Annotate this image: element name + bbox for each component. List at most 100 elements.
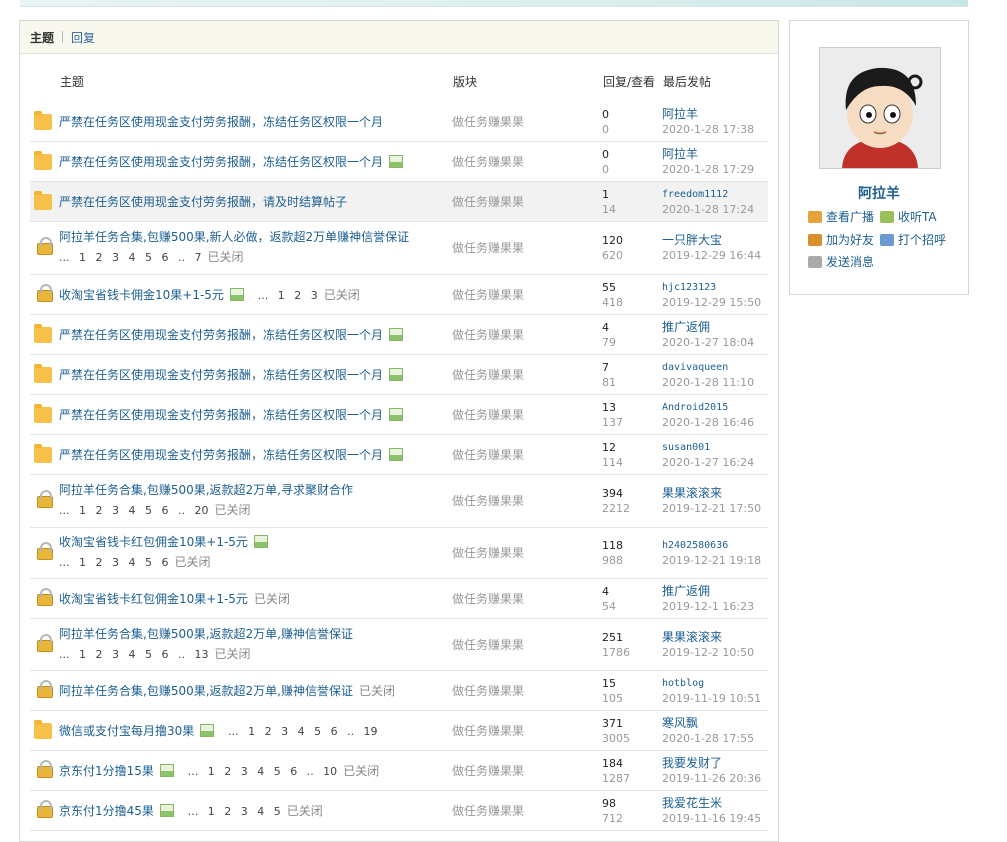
- topic-row[interactable]: 京东付1分撸15果 ... 1 2 3 4 5 6 .. 10 已关闭 做任务赚果果…: [30, 751, 768, 791]
- last-post-time[interactable]: 2019-11-16 19:45: [662, 811, 761, 826]
- last-post-user[interactable]: 一只胖大宝: [662, 233, 761, 248]
- last-post-user[interactable]: 我要发财了: [662, 756, 761, 771]
- topic-title-link[interactable]: 严禁在任务区使用现金支付劳务报酬，冻结任务区权限一个月: [59, 408, 383, 422]
- topic-title-link[interactable]: 微信或支付宝每月撸30果: [59, 724, 194, 738]
- last-post-user[interactable]: hotblog: [662, 676, 761, 691]
- last-post-time[interactable]: 2020-1-28 17:29: [662, 162, 754, 177]
- last-post-time[interactable]: 2020-1-27 18:04: [662, 335, 754, 350]
- board-name[interactable]: 做任务赚果果: [452, 763, 524, 779]
- topic-title-link[interactable]: 收淘宝省钱卡佣金10果+1-5元: [59, 288, 224, 302]
- board-name[interactable]: 做任务赚果果: [452, 637, 524, 653]
- topic-title-link[interactable]: 阿拉羊任务合集,包赚500果,返款超2万单,寻求聚财合作: [59, 483, 353, 497]
- pagination[interactable]: ... 1 2 3 4 5 6: [59, 556, 168, 569]
- board-name[interactable]: 做任务赚果果: [452, 591, 524, 607]
- board-name[interactable]: 做任务赚果果: [452, 194, 524, 210]
- topic-row[interactable]: 严禁在任务区使用现金支付劳务报酬，冻结任务区权限一个月 做任务赚果果 4 79 推广返佣…: [30, 315, 768, 355]
- board-name[interactable]: 做任务赚果果: [452, 447, 524, 463]
- topic-row[interactable]: 阿拉羊任务合集,包赚500果,返款超2万单,赚神信誉保证 ... 1 2 3 4 …: [30, 619, 768, 671]
- topic-row[interactable]: 严禁在任务区使用现金支付劳务报酬，冻结任务区权限一个月 做任务赚果果 13 137 An…: [30, 395, 768, 435]
- topic-title-link[interactable]: 严禁在任务区使用现金支付劳务报酬，冻结任务区权限一个月: [59, 368, 383, 382]
- topic-row[interactable]: 收淘宝省钱卡佣金10果+1-5元 ... 1 2 3 已关闭 做任务赚果果 55 418…: [30, 275, 768, 315]
- topic-row[interactable]: 严禁在任务区使用现金支付劳务报酬，冻结任务区权限一个月 做任务赚果果 12 114 su…: [30, 435, 768, 475]
- last-post-time[interactable]: 2020-1-28 11:10: [662, 375, 754, 390]
- last-post-time[interactable]: 2019-11-19 10:51: [662, 691, 761, 706]
- last-post-time[interactable]: 2019-12-29 16:44: [662, 248, 761, 263]
- board-name[interactable]: 做任务赚果果: [452, 803, 524, 819]
- last-post-user[interactable]: susan001: [662, 440, 754, 455]
- board-name[interactable]: 做任务赚果果: [452, 367, 524, 383]
- board-name[interactable]: 做任务赚果果: [452, 407, 524, 423]
- profile-username[interactable]: 阿拉羊: [790, 183, 968, 203]
- tab-reply[interactable]: 回复: [71, 29, 95, 46]
- topic-title-link[interactable]: 阿拉羊任务合集,包赚500果,返款超2万单,赚神信誉保证: [59, 684, 353, 698]
- last-post-user[interactable]: Android2015: [662, 400, 754, 415]
- last-post-time[interactable]: 2019-12-21 19:18: [662, 553, 761, 568]
- listen-action[interactable]: 收听TA: [880, 208, 937, 225]
- last-post-time[interactable]: 2019-11-26 20:36: [662, 771, 761, 786]
- last-post-time[interactable]: 2020-1-27 16:24: [662, 455, 754, 470]
- board-name[interactable]: 做任务赚果果: [452, 545, 524, 561]
- pagination[interactable]: ... 1 2 3: [258, 289, 318, 302]
- topic-title-link[interactable]: 阿拉羊任务合集,包赚500果,返款超2万单,赚神信誉保证: [59, 627, 353, 641]
- topic-row[interactable]: 严禁在任务区使用现金支付劳务报酬，冻结任务区权限一个月 做任务赚果果 0 0 阿拉羊 20…: [30, 102, 768, 142]
- board-name[interactable]: 做任务赚果果: [452, 154, 524, 170]
- last-post-user[interactable]: 阿拉羊: [662, 107, 754, 122]
- board-name[interactable]: 做任务赚果果: [452, 493, 524, 509]
- topic-title-link[interactable]: 严禁在任务区使用现金支付劳务报酬，冻结任务区权限一个月: [59, 155, 383, 169]
- topic-title-link[interactable]: 严禁在任务区使用现金支付劳务报酬，冻结任务区权限一个月: [59, 115, 383, 129]
- pagination[interactable]: ... 1 2 3 4 5 6 .. 13: [59, 648, 208, 661]
- pagination[interactable]: ... 1 2 3 4 5: [188, 805, 281, 818]
- tab-topic[interactable]: 主题: [30, 29, 54, 46]
- topic-title-link[interactable]: 京东付1分撸15果: [59, 764, 154, 778]
- last-post-user[interactable]: 果果滚滚来: [662, 630, 754, 645]
- last-post-time[interactable]: 2019-12-2 10:50: [662, 645, 754, 660]
- last-post-user[interactable]: 阿拉羊: [662, 147, 754, 162]
- last-post-time[interactable]: 2019-12-21 17:50: [662, 501, 761, 516]
- board-name[interactable]: 做任务赚果果: [452, 287, 524, 303]
- last-post-user[interactable]: davivaqueen: [662, 360, 754, 375]
- topic-title-link[interactable]: 收淘宝省钱卡红包佣金10果+1-5元: [59, 535, 248, 549]
- topic-title-link[interactable]: 阿拉羊任务合集,包赚500果,新人必做，返款超2万单赚神信誉保证: [59, 230, 409, 244]
- last-post-user[interactable]: freedom1112: [662, 187, 754, 202]
- last-post-user[interactable]: 果果滚滚来: [662, 486, 761, 501]
- last-post-user[interactable]: 推广返佣: [662, 320, 754, 335]
- board-name[interactable]: 做任务赚果果: [452, 327, 524, 343]
- topic-row[interactable]: 收淘宝省钱卡红包佣金10果+1-5元 ... 1 2 3 4 5 6 已关闭 做任务赚…: [30, 528, 768, 579]
- last-post-time[interactable]: 2020-1-28 17:24: [662, 202, 754, 217]
- topic-row[interactable]: 严禁在任务区使用现金支付劳务报酬，冻结任务区权限一个月 做任务赚果果 7 81 davi…: [30, 355, 768, 395]
- last-post-time[interactable]: 2020-1-28 17:38: [662, 122, 754, 137]
- board-name[interactable]: 做任务赚果果: [452, 723, 524, 739]
- pagination[interactable]: ... 1 2 3 4 5 6 .. 7: [59, 251, 201, 264]
- topic-row[interactable]: 严禁在任务区使用现金支付劳务报酬，请及时结算帖子 做任务赚果果 1 14 freedom…: [30, 182, 768, 222]
- last-post-user[interactable]: h2402580636: [662, 538, 761, 553]
- topic-title-link[interactable]: 严禁在任务区使用现金支付劳务报酬，冻结任务区权限一个月: [59, 448, 383, 462]
- board-name[interactable]: 做任务赚果果: [452, 240, 524, 256]
- topic-row[interactable]: 微信或支付宝每月撸30果 ... 1 2 3 4 5 6 .. 19 做任务赚果果…: [30, 711, 768, 751]
- topic-title-link[interactable]: 严禁在任务区使用现金支付劳务报酬，冻结任务区权限一个月: [59, 328, 383, 342]
- greet-action[interactable]: 打个招呼: [880, 231, 946, 248]
- topic-row[interactable]: 京东付1分撸45果 ... 1 2 3 4 5 已关闭 做任务赚果果 98 712 我爱花…: [30, 791, 768, 831]
- topic-row[interactable]: 收淘宝省钱卡红包佣金10果+1-5元 已关闭 做任务赚果果 4 54 推广返佣 2019-1…: [30, 579, 768, 619]
- avatar[interactable]: [819, 47, 941, 169]
- pagination[interactable]: ... 1 2 3 4 5 6 .. 19: [228, 725, 377, 738]
- topic-title-link[interactable]: 严禁在任务区使用现金支付劳务报酬，请及时结算帖子: [59, 195, 347, 209]
- topic-row[interactable]: 阿拉羊任务合集,包赚500果,返款超2万单,赚神信誉保证 已关闭 做任务赚果果 15 1…: [30, 671, 768, 711]
- board-name[interactable]: 做任务赚果果: [452, 114, 524, 130]
- add-friend-action[interactable]: 加为好友: [808, 231, 874, 248]
- topic-row[interactable]: 严禁在任务区使用现金支付劳务报酬，冻结任务区权限一个月 做任务赚果果 0 0 阿拉羊 20…: [30, 142, 768, 182]
- topic-row[interactable]: 阿拉羊任务合集,包赚500果,返款超2万单,寻求聚财合作 ... 1 2 3 4 …: [30, 475, 768, 528]
- last-post-time[interactable]: 2020-1-28 17:55: [662, 731, 754, 746]
- pagination[interactable]: ... 1 2 3 4 5 6 .. 10: [188, 765, 337, 778]
- board-name[interactable]: 做任务赚果果: [452, 683, 524, 699]
- last-post-user[interactable]: 我爱花生米: [662, 796, 761, 811]
- topic-row[interactable]: 阿拉羊任务合集,包赚500果,新人必做，返款超2万单赚神信誉保证 ... 1 2 …: [30, 222, 768, 275]
- last-post-time[interactable]: 2019-12-1 16:23: [662, 599, 754, 614]
- pagination[interactable]: ... 1 2 3 4 5 6 .. 20: [59, 504, 208, 517]
- topic-title-link[interactable]: 收淘宝省钱卡红包佣金10果+1-5元: [59, 592, 248, 606]
- last-post-user[interactable]: 推广返佣: [662, 584, 754, 599]
- last-post-time[interactable]: 2020-1-28 16:46: [662, 415, 754, 430]
- last-post-time[interactable]: 2019-12-29 15:50: [662, 295, 761, 310]
- last-post-user[interactable]: 寒风飘: [662, 716, 754, 731]
- broadcast-action[interactable]: 查看广播: [808, 208, 874, 225]
- last-post-user[interactable]: hjc123123: [662, 280, 761, 295]
